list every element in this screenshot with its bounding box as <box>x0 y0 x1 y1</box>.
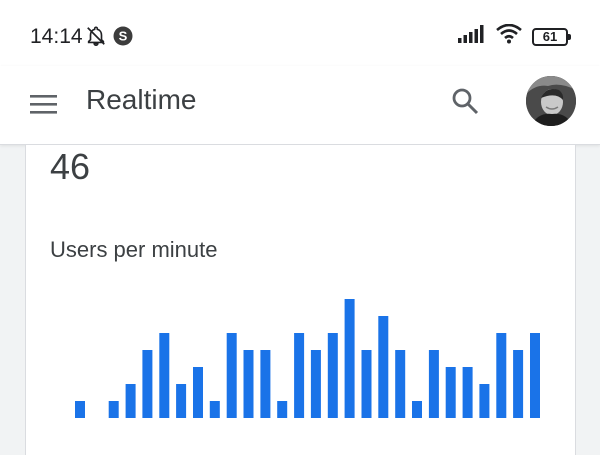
chart-bar <box>75 401 85 418</box>
chart-bar <box>530 333 540 418</box>
status-bar: 14:14 S 61 <box>0 0 600 66</box>
status-left-icons: S <box>85 25 133 52</box>
chart-bar <box>243 350 254 418</box>
chart-bar <box>395 350 406 418</box>
chart-bar <box>496 333 507 418</box>
chart-bar <box>125 384 136 418</box>
bell-off-icon <box>85 25 107 52</box>
chart-bar <box>378 316 389 418</box>
users-per-minute-chart <box>75 299 540 418</box>
chart-bar <box>361 350 372 418</box>
chart-bar <box>412 401 422 418</box>
chart-bar <box>462 367 473 418</box>
chart-bar <box>176 384 187 418</box>
chart-bar <box>294 333 305 418</box>
chart-bar <box>327 333 338 418</box>
chart-bar <box>513 350 524 418</box>
chart-bar <box>479 384 490 418</box>
page-title: Realtime <box>86 84 197 115</box>
chart-bar <box>159 333 170 418</box>
status-time: 14:14 <box>30 25 83 48</box>
chart-bar <box>209 401 220 418</box>
menu-icon[interactable] <box>28 88 60 120</box>
avatar[interactable] <box>526 76 576 126</box>
wifi-icon <box>496 23 522 49</box>
chart-bar <box>260 350 271 418</box>
chart-bar <box>108 401 119 418</box>
search-icon[interactable] <box>446 82 486 122</box>
status-right-icons: 61 <box>458 23 571 49</box>
battery-indicator: 61 <box>532 27 571 46</box>
chart-bar <box>310 350 321 418</box>
app-bar: Realtime <box>0 66 600 145</box>
realtime-card: 46 Users per minute <box>25 145 576 455</box>
signal-icon <box>458 25 486 48</box>
chart-bar <box>344 299 355 418</box>
chart-bar <box>193 367 203 418</box>
chart-bar <box>277 401 288 418</box>
chart-bar <box>428 350 439 418</box>
s-app-icon: S <box>113 26 133 51</box>
chart-bar <box>142 350 153 418</box>
chart-bar <box>226 333 237 418</box>
chart-bar <box>445 367 456 418</box>
svg-text:S: S <box>119 29 128 44</box>
